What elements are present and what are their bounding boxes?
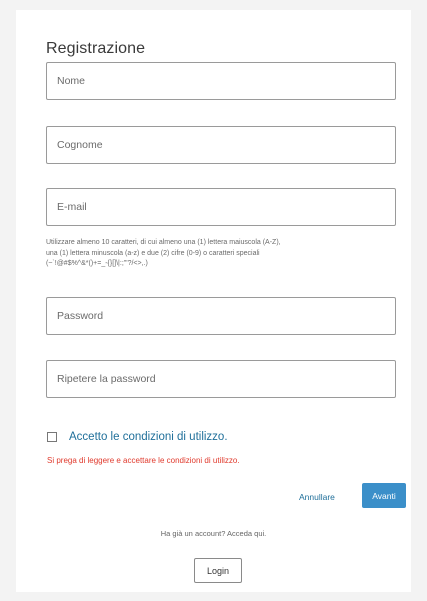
registration-card: Registrazione Utilizzare almeno 10 carat… [16, 10, 411, 592]
cancel-button[interactable]: Annullare [299, 486, 335, 508]
password-hint: Utilizzare almeno 10 caratteri, di cui a… [46, 238, 406, 270]
next-button[interactable]: Avanti [362, 483, 406, 508]
login-button[interactable]: Login [194, 558, 242, 583]
terms-checkbox[interactable] [47, 432, 57, 442]
repeat-password-input[interactable] [46, 360, 396, 398]
first-name-input[interactable] [46, 62, 396, 100]
terms-row: Accetto le condizioni di utilizzo. [47, 429, 228, 445]
password-hint-line: (~`!@#$%^&*()+=_-{}[]\|:;"'?/<>,.) [46, 260, 148, 267]
password-hint-line: una (1) lettera minuscola (a-z) e due (2… [46, 249, 260, 257]
terms-link[interactable]: Accetto le condizioni di utilizzo. [69, 431, 228, 443]
terms-error-message: Si prega di leggere e accettare le condi… [47, 456, 240, 465]
password-hint-line: Utilizzare almeno 10 caratteri, di cui a… [46, 239, 281, 246]
form-title: Registrazione [46, 40, 146, 57]
account-prompt: Ha già un account? Acceda qui. [160, 529, 267, 538]
email-input[interactable] [46, 188, 396, 226]
password-input[interactable] [46, 297, 396, 335]
last-name-input[interactable] [46, 126, 396, 164]
